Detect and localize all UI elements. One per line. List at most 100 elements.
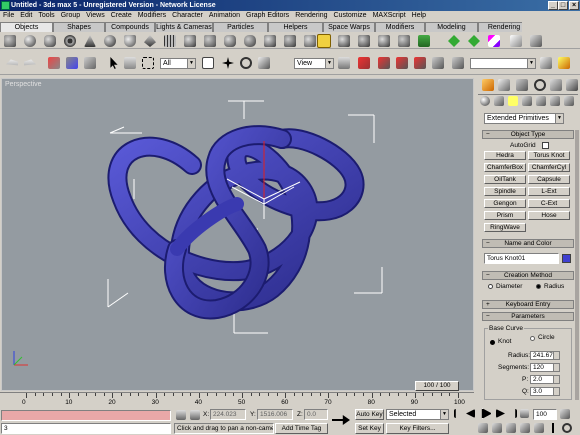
track-bar[interactable]: 0 10 20 30 40 50 60 70 80 90 100 [0,392,474,407]
oiltank-icon[interactable] [264,35,276,47]
wrench-icon[interactable] [510,35,522,47]
lock-icon[interactable] [176,410,186,420]
select-and-link-icon[interactable] [48,57,60,69]
lights-icon[interactable] [508,96,518,106]
sphere-icon[interactable] [24,35,36,47]
undo-icon[interactable] [6,59,18,66]
tab-objects[interactable]: Objects [0,22,53,32]
go-to-start-icon[interactable] [454,409,456,418]
add-time-tag-button[interactable]: Add Time Tag [275,423,328,434]
absolute-mode-icon[interactable] [190,410,200,420]
perspective-viewport[interactable]: Perspective [1,78,474,391]
align-icon[interactable] [452,57,464,69]
cone-icon[interactable] [84,35,96,47]
current-frame-field[interactable]: 100 [533,409,557,420]
segments-spinner[interactable]: 120 [530,363,560,372]
tube-icon[interactable] [124,35,136,47]
gengon-icon[interactable] [304,35,316,47]
torus-knot-object[interactable] [107,125,365,320]
key-mode-toggle-icon[interactable] [520,409,529,418]
y-coordinate-field[interactable]: 1516.006 [257,409,293,420]
systems-icon[interactable] [564,96,574,106]
select-and-scale-icon[interactable] [258,57,270,69]
torus-knot-button[interactable]: Torus Knot [528,151,570,160]
maximize-button[interactable]: □ [558,1,568,10]
keyboard-entry-rollout-header[interactable]: + Keyboard Entry [482,300,574,309]
dummy-icon[interactable] [448,35,460,47]
geosphere-icon[interactable] [104,35,116,47]
point-icon[interactable] [468,35,480,47]
cameras-icon[interactable] [522,96,532,106]
app-icon[interactable] [1,1,10,10]
zoom-extents-all-icon[interactable] [520,423,530,433]
selection-filter-dropdown[interactable]: All ▼ [160,58,196,69]
cext-icon[interactable] [378,35,390,47]
next-frame-icon[interactable] [496,409,505,418]
select-and-manipulate-icon[interactable] [358,57,370,69]
tab-modeling[interactable]: Modeling [425,22,478,32]
pan-icon[interactable] [552,423,554,433]
knot-radio[interactable] [490,340,495,345]
radius-spinner[interactable]: 241.678 [530,351,560,360]
hedra-icon[interactable] [338,35,350,47]
menu-edit[interactable]: Edit [17,11,35,21]
bones-icon[interactable] [488,35,500,47]
arc-rotate-icon[interactable] [562,423,572,433]
mirror-icon[interactable] [432,57,444,69]
tape-icon[interactable] [530,35,542,47]
redo-icon[interactable] [24,59,36,66]
angle-snap-icon[interactable] [396,57,408,69]
diameter-radio[interactable] [488,284,493,289]
menu-modifiers[interactable]: Modifiers [135,11,169,21]
select-and-move-icon[interactable] [222,57,234,69]
pyramid-icon[interactable] [144,35,156,47]
tab-shapes[interactable]: Shapes [53,22,105,32]
go-to-end-icon[interactable] [515,409,517,418]
utilities-tab-icon[interactable] [566,79,578,91]
hose-button[interactable]: Hose [528,211,570,220]
menu-graph-editors[interactable]: Graph Editors [243,11,292,21]
field-of-view-icon[interactable] [534,423,544,433]
tab-particles[interactable]: Particles [213,22,268,32]
unlink-selection-icon[interactable] [66,57,78,69]
menu-group[interactable]: Group [58,11,83,21]
snap-toggle-icon[interactable] [378,57,390,69]
display-tab-icon[interactable] [550,79,562,91]
key-filters-button[interactable]: Key Filters... [386,423,449,434]
q-spinner[interactable]: 3.0 [530,387,560,396]
key-mode-dropdown[interactable]: Selected ▼ [386,409,449,420]
parameters-rollout-header[interactable]: − Parameters [482,312,574,321]
torus-knot-icon[interactable] [317,34,331,48]
capsule-icon[interactable] [244,35,256,47]
command-panel-scrollbar[interactable] [575,130,579,400]
c-ext-button[interactable]: C-Ext [528,199,570,208]
menu-maxscript[interactable]: MAXScript [370,11,409,21]
time-slider[interactable]: 100 / 100 [415,381,459,391]
select-object-icon[interactable] [110,57,118,69]
object-type-rollout-header[interactable]: − Object Type [482,130,574,139]
torus-icon[interactable] [64,35,76,47]
ringwave-button[interactable]: RingWave [484,223,526,232]
prism-button[interactable]: Prism [484,211,526,220]
cylinder-icon[interactable] [44,35,56,47]
percent-snap-icon[interactable] [414,57,426,69]
creation-method-rollout-header[interactable]: − Creation Method [482,271,574,280]
box-icon[interactable] [4,35,16,47]
time-slider-track[interactable]: 100 / 100 [0,381,474,391]
tab-modifiers[interactable]: Modifiers [375,22,425,32]
prism-icon[interactable] [398,35,410,47]
grid-icon[interactable] [418,35,430,47]
modify-tab-icon[interactable] [498,79,510,91]
chamferbox-button[interactable]: ChamferBox [484,163,526,172]
lext-icon[interactable] [358,35,370,47]
menu-create[interactable]: Create [108,11,135,21]
play-icon[interactable] [481,408,492,419]
object-name-input[interactable]: Torus Knot01 [484,253,559,264]
rectangular-region-icon[interactable] [142,57,154,69]
chamfercyl-icon[interactable] [224,35,236,47]
maxscript-listener-top[interactable] [1,410,171,421]
zoom-extents-icon[interactable] [506,423,516,433]
close-button[interactable]: × [569,1,579,10]
menu-views[interactable]: Views [83,11,108,21]
pivot-point-icon[interactable] [338,57,350,69]
